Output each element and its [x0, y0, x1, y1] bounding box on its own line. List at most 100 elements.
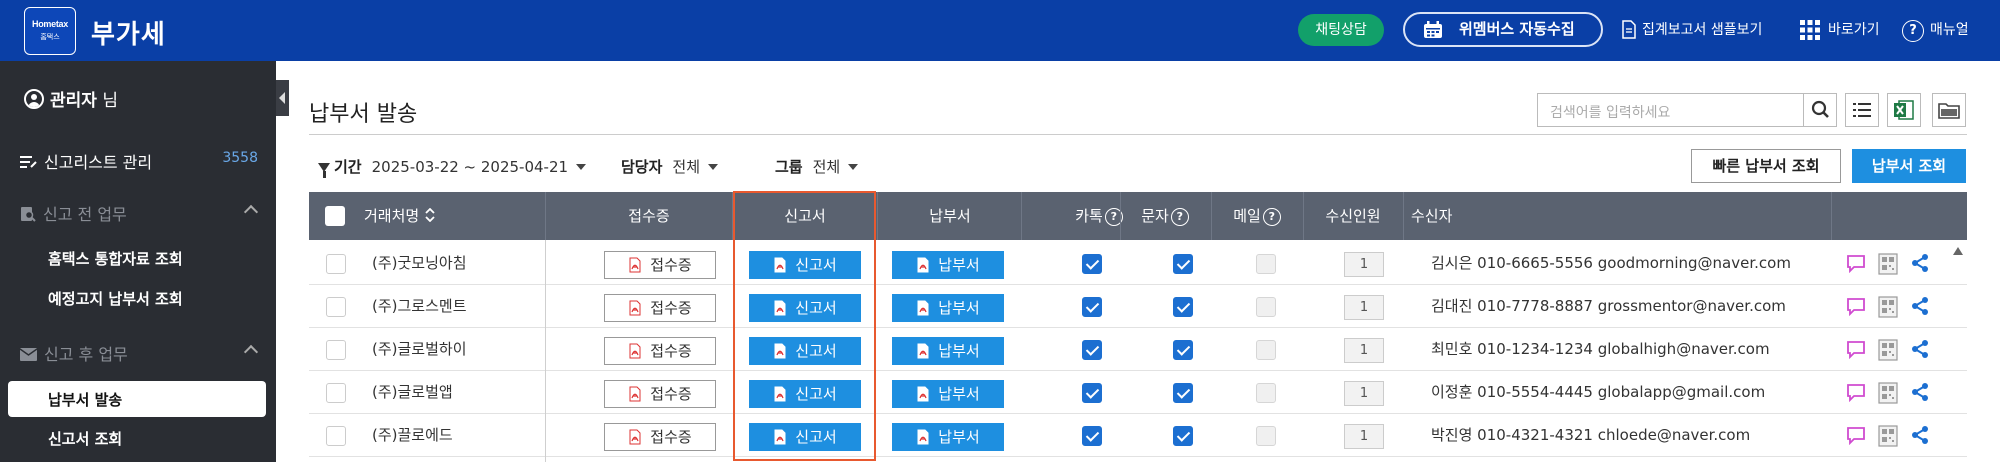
- chat-consult-button[interactable]: 채팅상담: [1298, 14, 1384, 46]
- filter-icon: [318, 163, 330, 178]
- row-checkbox[interactable]: [326, 254, 346, 274]
- sidebar-item-report-list[interactable]: 신고리스트 관리 3558: [20, 149, 260, 173]
- period-filter[interactable]: 기간 2025-03-22 ~ 2025-04-21: [318, 156, 587, 178]
- quick-payment-query-button[interactable]: 빠른 납부서 조회: [1691, 149, 1841, 183]
- payment-query-button[interactable]: 납부서 조회: [1852, 149, 1966, 183]
- message-icon[interactable]: [1846, 382, 1866, 402]
- user-name: 관리자: [50, 91, 97, 111]
- header-label: 카톡: [1075, 207, 1103, 225]
- wemembers-auto-collect-button[interactable]: 위멤버스 자동수집: [1403, 12, 1603, 47]
- help-icon[interactable]: ?: [1170, 208, 1189, 226]
- recv-count-input[interactable]: 1: [1344, 381, 1384, 406]
- list-view-button[interactable]: [1845, 93, 1879, 127]
- qr-doc-icon[interactable]: [1878, 296, 1898, 318]
- sidebar-item-payment-send[interactable]: 납부서 발송: [8, 381, 266, 417]
- receipt-button[interactable]: 접수증: [604, 380, 716, 408]
- share-icon[interactable]: [1910, 339, 1930, 359]
- hometax-logo[interactable]: Hometax 홈택스: [24, 7, 76, 55]
- excel-download-button[interactable]: [1887, 93, 1921, 127]
- share-icon[interactable]: [1910, 296, 1930, 316]
- search-input[interactable]: 검색어를 입력하세요: [1537, 93, 1805, 127]
- sidebar-section-after[interactable]: 신고 후 업무: [19, 341, 260, 365]
- row-checkbox[interactable]: [326, 340, 346, 360]
- receipt-button[interactable]: 접수증: [604, 337, 716, 365]
- shortcut-link[interactable]: 바로가기: [1800, 18, 1880, 42]
- recv-count-input[interactable]: 1: [1344, 424, 1384, 449]
- kakao-checkbox[interactable]: [1082, 340, 1102, 360]
- receipt-button[interactable]: 접수증: [604, 423, 716, 451]
- mail-checkbox[interactable]: [1256, 254, 1276, 274]
- share-icon[interactable]: [1910, 382, 1930, 402]
- share-icon[interactable]: [1910, 253, 1930, 273]
- header-company[interactable]: 거래처명: [364, 192, 484, 240]
- qr-doc-icon[interactable]: [1878, 425, 1898, 447]
- receipt-button[interactable]: 접수증: [604, 251, 716, 279]
- recv-count-input[interactable]: 1: [1344, 338, 1384, 363]
- mail-checkbox[interactable]: [1256, 426, 1276, 446]
- kakao-checkbox[interactable]: [1082, 426, 1102, 446]
- share-icon[interactable]: [1910, 425, 1930, 445]
- row-checkbox[interactable]: [326, 426, 346, 446]
- sms-checkbox[interactable]: [1173, 426, 1193, 446]
- sidebar-collapse-toggle[interactable]: [276, 80, 289, 116]
- mail-checkbox[interactable]: [1256, 340, 1276, 360]
- message-icon[interactable]: [1846, 253, 1866, 273]
- mail-checkbox[interactable]: [1256, 383, 1276, 403]
- report-column-highlight: [733, 191, 876, 461]
- mail-checkbox[interactable]: [1256, 297, 1276, 317]
- recv-count-input[interactable]: 1: [1344, 252, 1384, 277]
- payment-button[interactable]: 납부서: [892, 337, 1004, 365]
- group-filter[interactable]: 그룹 전체: [775, 156, 859, 177]
- logo-text: Hometax: [32, 19, 68, 29]
- search-button[interactable]: [1803, 93, 1837, 127]
- message-icon[interactable]: [1846, 339, 1866, 359]
- payment-button[interactable]: 납부서: [892, 251, 1004, 279]
- pdf-icon: [917, 257, 929, 273]
- section-label: 신고 후 업무: [44, 345, 128, 364]
- select-all-checkbox[interactable]: [325, 206, 345, 226]
- table-row: (주)글로벌하이 접수증 신고서 납부서 1 최민호 010-1234-1234 glob…: [309, 328, 1967, 371]
- recipient-info: 최민호 010-1234-1234 globalhigh@naver.com: [1431, 340, 1770, 358]
- folder-button[interactable]: [1932, 93, 1966, 127]
- sms-checkbox[interactable]: [1173, 340, 1193, 360]
- sms-checkbox[interactable]: [1173, 254, 1193, 274]
- section-label: 신고 전 업무: [43, 205, 127, 224]
- header-label: 거래처명: [364, 207, 420, 225]
- receipt-button[interactable]: 접수증: [604, 294, 716, 322]
- recv-count-input[interactable]: 1: [1344, 295, 1384, 320]
- list-edit-icon: [20, 156, 37, 168]
- sidebar-item-notice[interactable]: 예정고지 납부서 조회: [48, 288, 183, 309]
- pdf-icon: [917, 300, 929, 316]
- sidebar-section-before[interactable]: 신고 전 업무: [20, 201, 260, 225]
- sms-checkbox[interactable]: [1173, 297, 1193, 317]
- sidebar-item-hometax[interactable]: 홈택스 통합자료 조회: [48, 248, 183, 269]
- qr-doc-icon[interactable]: [1878, 382, 1898, 404]
- payment-button[interactable]: 납부서: [892, 423, 1004, 451]
- help-icon[interactable]: ?: [1262, 208, 1281, 226]
- payment-button[interactable]: 납부서: [892, 380, 1004, 408]
- message-icon[interactable]: [1846, 425, 1866, 445]
- company-name: (주)끌로에드: [372, 426, 453, 444]
- manager-filter[interactable]: 담당자 전체: [621, 156, 719, 177]
- caret-down-icon: [708, 164, 719, 170]
- payment-button[interactable]: 납부서: [892, 294, 1004, 322]
- scroll-up-arrow[interactable]: [1953, 247, 1963, 255]
- grid-icon: [1800, 20, 1820, 40]
- row-checkbox[interactable]: [326, 297, 346, 317]
- kakao-checkbox[interactable]: [1082, 297, 1102, 317]
- qr-doc-icon[interactable]: [1878, 253, 1898, 275]
- qr-doc-icon[interactable]: [1878, 339, 1898, 361]
- kakao-checkbox[interactable]: [1082, 254, 1102, 274]
- button-label: 접수증: [650, 428, 692, 446]
- header-recipient: 수신자: [1411, 207, 1453, 225]
- sidebar-item-label: 신고리스트 관리: [44, 153, 153, 172]
- sidebar-item-report-query[interactable]: 신고서 조회: [48, 428, 122, 449]
- kakao-checkbox[interactable]: [1082, 383, 1102, 403]
- message-icon[interactable]: [1846, 296, 1866, 316]
- row-checkbox[interactable]: [326, 383, 346, 403]
- report-sample-link[interactable]: 집계보고서 샘플보기: [1622, 18, 1762, 42]
- manual-link[interactable]: ? 매뉴얼: [1902, 18, 1969, 42]
- header-label: 문자: [1141, 207, 1169, 225]
- sms-checkbox[interactable]: [1173, 383, 1193, 403]
- company-name: (주)글로벌하이: [372, 340, 467, 358]
